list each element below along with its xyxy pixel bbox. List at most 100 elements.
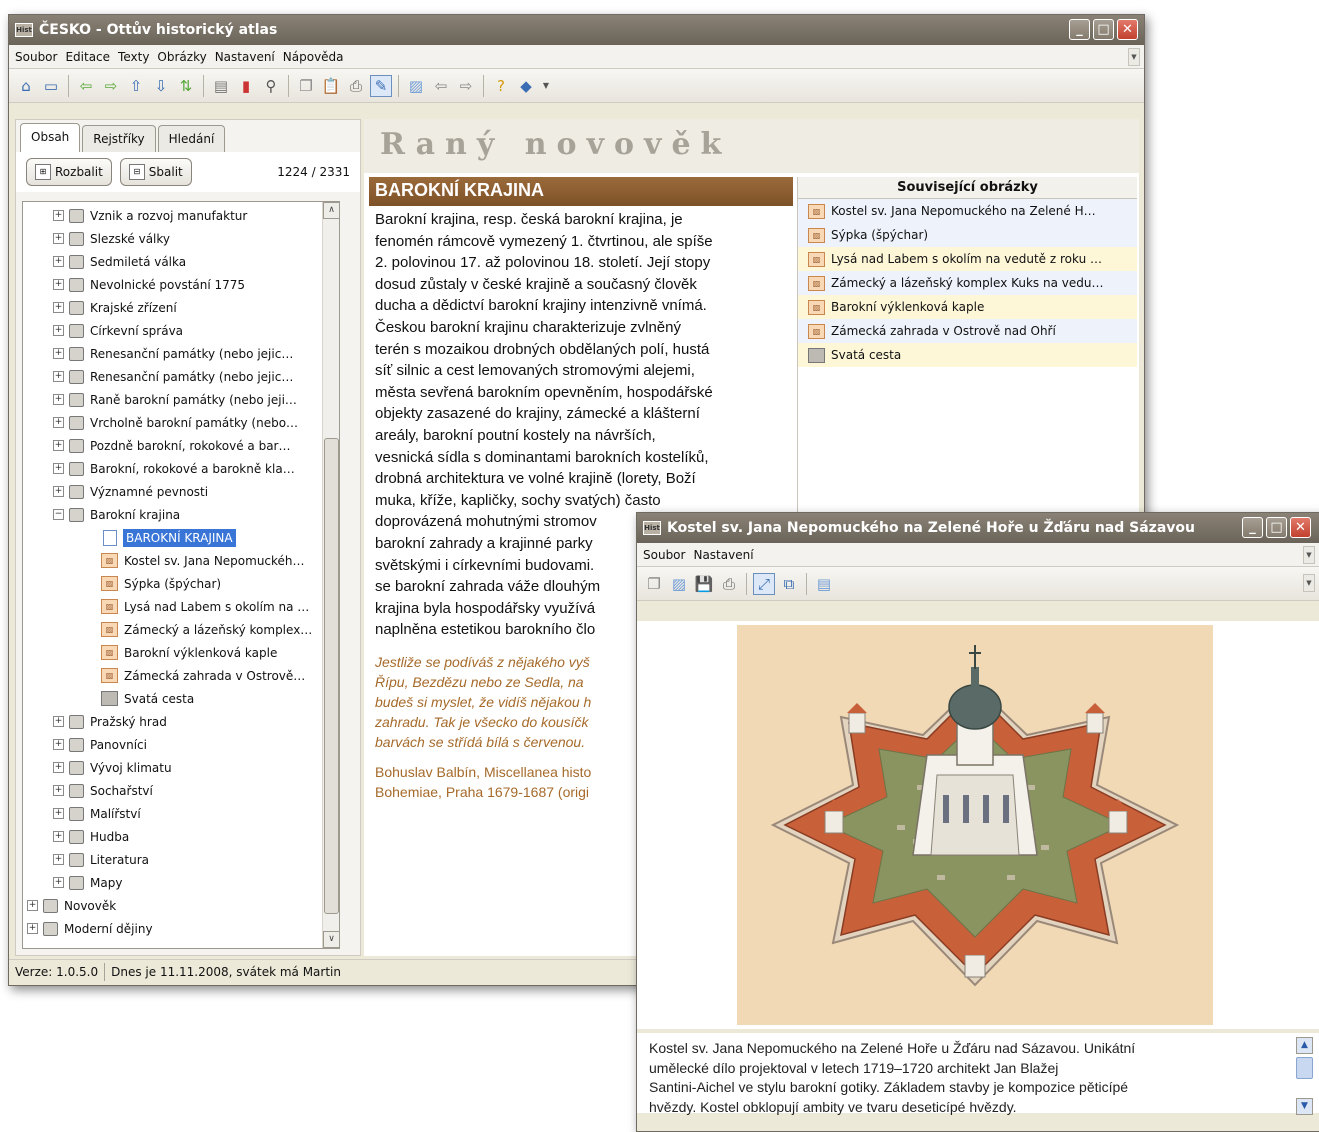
related-picture-item[interactable]: ▨ Kostel sv. Jana Nepomuckého na Zelené H… [798,199,1137,223]
viewer-save-icon[interactable]: 💾 [693,573,715,595]
menu-obrazky[interactable]: Obrázky [157,50,206,64]
viewer-picture-icon[interactable]: ▨ [668,573,690,595]
expand-node-icon[interactable]: + [53,808,64,819]
viewer-menubar-overflow-icon[interactable]: ▼ [1303,546,1315,564]
fit-to-window-icon[interactable]: ⤢ [753,572,775,595]
tab-rejstriky[interactable]: Rejstříky [82,125,156,152]
expand-node-icon[interactable]: + [53,417,64,428]
forward-arrow-icon[interactable]: ⇨ [100,75,122,97]
expand-node-icon[interactable]: + [53,854,64,865]
viewer-print-icon[interactable]: ⎙ [718,573,740,595]
tab-hledani[interactable]: Hledání [157,125,226,152]
tree-item[interactable]: + Krajské zřízení [23,296,339,319]
related-picture-item[interactable]: ▨ Barokní výklenková kaple [798,295,1137,319]
related-picture-item[interactable]: Svatá cesta [798,343,1137,367]
tree-item[interactable]: BAROKNÍ KRAJINA [23,526,339,549]
caption-scroll-thumb[interactable] [1296,1057,1313,1079]
minimize-button[interactable]: _ [1069,19,1090,40]
caption-scroll-up-icon[interactable]: ▲ [1296,1037,1313,1054]
expand-node-icon[interactable]: + [53,233,64,244]
viewer-close-button[interactable]: ✕ [1290,517,1311,538]
actual-size-icon[interactable]: ⧉ [778,573,800,595]
expand-node-icon[interactable]: + [53,716,64,727]
tree-item[interactable]: + Hudba [23,825,339,848]
document-icon[interactable]: ▤ [210,75,232,97]
tree-item[interactable]: ▨ Barokní výklenková kaple [23,641,339,664]
tree-item[interactable]: + Sedmiletá válka [23,250,339,273]
scroll-down-icon[interactable]: ∨ [323,931,339,948]
tree-item[interactable]: ▨ Sýpka (špýchar) [23,572,339,595]
back-arrow-icon[interactable]: ⇦ [75,75,97,97]
picture-icon[interactable]: ▨ [405,75,427,97]
menu-nastaveni[interactable]: Nastavení [215,50,275,64]
tree-item[interactable]: + Vývoj klimatu [23,756,339,779]
viewer-document-icon[interactable]: ▤ [813,573,835,595]
menu-napoveda[interactable]: Nápověda [283,50,344,64]
caption-scroll-down-icon[interactable]: ▼ [1296,1098,1313,1115]
expand-node-icon[interactable]: + [53,279,64,290]
expand-node-icon[interactable]: + [53,394,64,405]
main-titlebar[interactable]: Hist ČESKO - Ottův historický atlas _ □ … [9,15,1144,45]
related-picture-item[interactable]: ▨ Lysá nad Labem s okolím na vedutě z rok… [798,247,1137,271]
collapse-button[interactable]: ⊟ Sbalit [119,158,192,186]
tab-obsah[interactable]: Obsah [20,123,81,152]
print-icon[interactable]: ⎙ [345,75,367,97]
up-arrow-icon[interactable]: ⇧ [125,75,147,97]
sync-tree-icon[interactable]: ⇅ [175,75,197,97]
related-picture-item[interactable]: ▨ Sýpka (špýchar) [798,223,1137,247]
tree-item[interactable]: + Raně barokní památky (nebo jeji… [23,388,339,411]
related-picture-item[interactable]: ▨ Zámecká zahrada v Ostrově nad Ohří [798,319,1137,343]
menubar-overflow-icon[interactable]: ▼ [1128,48,1140,66]
menu-editace[interactable]: Editace [65,50,110,64]
collapse-node-icon[interactable]: − [53,509,64,520]
tree-item[interactable]: Svatá cesta [23,687,339,710]
expand-node-icon[interactable]: + [53,302,64,313]
expand-node-icon[interactable]: + [53,371,64,382]
bookmark-icon[interactable]: ▮ [235,75,257,97]
caption-scrollbar[interactable]: ▲ ▼ [1296,1037,1313,1115]
expand-node-icon[interactable]: + [53,486,64,497]
tree-item[interactable]: + Vznik a rozvoj manufaktur [23,204,339,227]
tree-item[interactable]: + Nevolnické povstání 1775 [23,273,339,296]
home-icon[interactable]: ⌂ [15,75,37,97]
tree-scrollbar[interactable]: ∧ ∨ [322,202,339,948]
viewer-copy-icon[interactable]: ❐ [643,573,665,595]
close-button[interactable]: ✕ [1117,19,1138,40]
highlight-pen-icon[interactable]: ✎ [370,74,392,97]
tree-item[interactable]: + Renesanční památky (nebo jejic… [23,342,339,365]
expand-node-icon[interactable]: + [53,463,64,474]
viewer-menu-soubor[interactable]: Soubor [643,548,685,562]
tree-item[interactable]: + Moderní dějiny [23,917,339,940]
viewer-maximize-button[interactable]: □ [1266,517,1287,538]
expand-node-icon[interactable]: + [53,739,64,750]
tree-item[interactable]: ▨ Kostel sv. Jana Nepomuckéh… [23,549,339,572]
tree-item[interactable]: + Vrcholně barokní památky (nebo… [23,411,339,434]
scroll-thumb[interactable] [324,438,339,914]
window-icon[interactable]: ▭ [40,75,62,97]
tree-item[interactable]: + Slezské války [23,227,339,250]
toolbar-dropdown-icon[interactable]: ▼ [540,75,552,97]
expand-node-icon[interactable]: + [53,762,64,773]
expand-node-icon[interactable]: + [53,440,64,451]
viewer-menu-nastaveni[interactable]: Nastavení [693,548,753,562]
help-icon[interactable]: ? [490,75,512,97]
expand-node-icon[interactable]: + [27,923,38,934]
tree-item[interactable]: + Mapy [23,871,339,894]
tree-item[interactable]: + Panovníci [23,733,339,756]
viewer-minimize-button[interactable]: _ [1242,517,1263,538]
find-binoculars-icon[interactable]: ⚲ [260,75,282,97]
viewer-toolbar-overflow-icon[interactable]: ▼ [1303,574,1315,592]
down-arrow-icon[interactable]: ⇩ [150,75,172,97]
tree-item[interactable]: + Novověk [23,894,339,917]
expand-node-icon[interactable]: + [53,325,64,336]
menu-soubor[interactable]: Soubor [15,50,57,64]
expand-node-icon[interactable]: + [53,785,64,796]
tree-item[interactable]: + Barokní, rokokové a barokně kla… [23,457,339,480]
tree-item[interactable]: + Literatura [23,848,339,871]
tree-item[interactable]: ▨ Zámecká zahrada v Ostrově… [23,664,339,687]
tree-item[interactable]: + Malířství [23,802,339,825]
tree-item[interactable]: + Renesanční památky (nebo jejic… [23,365,339,388]
related-picture-item[interactable]: ▨ Zámecký a lázeňský komplex Kuks na vedu… [798,271,1137,295]
scroll-up-icon[interactable]: ∧ [323,202,339,219]
expand-node-icon[interactable]: + [53,831,64,842]
